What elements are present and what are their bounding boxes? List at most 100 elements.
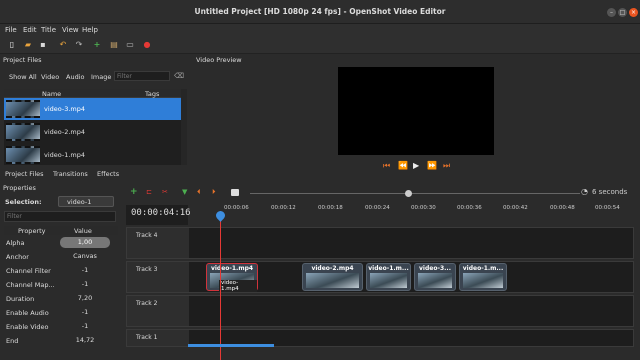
- razor-icon[interactable]: ✂: [162, 188, 168, 196]
- menu-title[interactable]: Title: [41, 26, 56, 34]
- property-name: End: [6, 337, 19, 345]
- menu-file[interactable]: File: [5, 26, 17, 34]
- close-icon[interactable]: ×: [629, 8, 638, 17]
- list-item[interactable]: video-3.mp4: [4, 98, 182, 120]
- property-name: Enable Video: [6, 323, 49, 331]
- zoom-slider[interactable]: [250, 193, 580, 194]
- clip-tooltip: video-1.mp4: [219, 280, 257, 292]
- property-value[interactable]: -1: [60, 279, 110, 290]
- tab-video[interactable]: Video: [41, 73, 59, 81]
- timeline-clip[interactable]: video-1.m...: [459, 263, 507, 291]
- selection-dropdown[interactable]: video-1: [58, 196, 114, 207]
- col-property: Property: [18, 227, 46, 235]
- ruler-tick: 00:00:36: [457, 205, 482, 211]
- property-name: Channel Filter: [6, 267, 51, 275]
- clip-thumbnail: [418, 273, 452, 288]
- col-name[interactable]: Name: [42, 90, 61, 98]
- property-row[interactable]: Enable Audio -1: [4, 306, 118, 320]
- fullscreen-icon[interactable]: ▭: [125, 40, 135, 50]
- previous-marker-icon[interactable]: ⏴: [197, 188, 201, 197]
- tab-show-all[interactable]: Show All: [9, 73, 37, 81]
- menu-view[interactable]: View: [62, 26, 79, 34]
- property-row[interactable]: Duration 7,20: [4, 292, 118, 306]
- redo-icon[interactable]: ↷: [74, 40, 84, 50]
- ruler-tick: 00:00:42: [503, 205, 528, 211]
- properties-title: Properties: [3, 184, 36, 192]
- maximize-icon[interactable]: □: [618, 8, 627, 17]
- scrollbar[interactable]: [181, 89, 187, 165]
- track-3[interactable]: Track 3 video-1.mp4 video-1.mp4 video-2.…: [126, 261, 634, 293]
- add-track-icon[interactable]: +: [130, 187, 138, 197]
- import-files-icon[interactable]: +: [92, 40, 102, 50]
- snapping-icon[interactable]: ⊏: [146, 188, 152, 196]
- property-row[interactable]: Enable Video -1: [4, 320, 118, 334]
- tab-image[interactable]: Image: [91, 73, 111, 81]
- export-video-icon[interactable]: ●: [142, 40, 152, 50]
- rewind-icon[interactable]: ⏪: [398, 161, 408, 170]
- clip-thumbnail: [463, 273, 503, 288]
- property-row[interactable]: Channel Map... -1: [4, 278, 118, 292]
- property-row[interactable]: End 14,72: [4, 334, 118, 348]
- menu-help[interactable]: Help: [82, 26, 98, 34]
- menu-edit[interactable]: Edit: [23, 26, 37, 34]
- track-label: Track 3: [127, 262, 189, 292]
- property-value[interactable]: -1: [60, 307, 110, 318]
- menu-bar: File Edit Title View Help: [0, 24, 640, 37]
- timeline-clip[interactable]: video-3...: [414, 263, 456, 291]
- play-icon[interactable]: ▶: [413, 161, 419, 170]
- track-label: Track 2: [127, 296, 189, 326]
- timeline-scrollbar[interactable]: [188, 344, 274, 347]
- project-files-filter-input[interactable]: Filter: [114, 71, 170, 81]
- timeline-ruler[interactable]: 00:00:06 00:00:12 00:00:18 00:00:24 00:0…: [188, 205, 634, 215]
- property-name: Anchor: [6, 253, 29, 261]
- tab-project-files[interactable]: Project Files: [5, 170, 44, 178]
- undo-icon[interactable]: ↶: [58, 40, 68, 50]
- clear-filter-icon[interactable]: ⌫: [174, 72, 184, 80]
- zoom-slider-handle[interactable]: [405, 190, 412, 197]
- tab-effects[interactable]: Effects: [97, 170, 119, 178]
- list-item[interactable]: video-1.mp4: [4, 144, 182, 165]
- property-value[interactable]: -1: [60, 265, 110, 276]
- jump-start-icon[interactable]: ⏮: [383, 161, 390, 171]
- property-value[interactable]: Canvas: [60, 251, 110, 262]
- next-marker-icon[interactable]: ⏵: [212, 188, 216, 197]
- open-project-icon[interactable]: ▰: [23, 40, 33, 50]
- properties-filter-input[interactable]: Filter: [4, 211, 116, 222]
- ruler-tick: 00:00:12: [271, 205, 296, 211]
- track-4[interactable]: Track 4: [126, 227, 634, 259]
- property-value[interactable]: -1: [60, 321, 110, 332]
- property-name: Channel Map...: [6, 281, 55, 289]
- property-name: Enable Audio: [6, 309, 49, 317]
- tab-transitions[interactable]: Transitions: [53, 170, 88, 178]
- property-value[interactable]: 14,72: [60, 335, 110, 346]
- track-label: Track 1: [127, 330, 189, 346]
- jump-end-icon[interactable]: ⏭: [443, 161, 450, 171]
- timeline-clip[interactable]: video-1.mp4 video-1.mp4: [206, 263, 258, 292]
- clip-title: video-1.mp4: [210, 265, 254, 272]
- property-value[interactable]: 1,00: [60, 237, 110, 248]
- file-name: video-1.mp4: [44, 151, 86, 159]
- fast-forward-icon[interactable]: ⏩: [427, 161, 437, 170]
- video-canvas[interactable]: [338, 67, 494, 155]
- timeline-clip[interactable]: video-2.mp4: [302, 263, 363, 291]
- new-project-icon[interactable]: ▯: [7, 40, 17, 50]
- save-project-icon[interactable]: ▪: [38, 40, 48, 50]
- minimize-icon[interactable]: –: [607, 8, 616, 17]
- property-row[interactable]: Alpha 1,00: [4, 236, 118, 250]
- property-row[interactable]: Anchor Canvas: [4, 250, 118, 264]
- timeline-clip[interactable]: video-1.m...: [366, 263, 411, 291]
- choose-profile-icon[interactable]: ▤: [109, 40, 119, 50]
- playhead-line[interactable]: [220, 211, 221, 360]
- col-tags[interactable]: Tags: [145, 90, 159, 98]
- center-timeline-icon[interactable]: [231, 189, 239, 196]
- tab-audio[interactable]: Audio: [66, 73, 84, 81]
- track-2[interactable]: Track 2: [126, 295, 634, 327]
- window-title: Untitled Project [HD 1080p 24 fps] - Ope…: [194, 7, 446, 16]
- list-item[interactable]: video-2.mp4: [4, 121, 182, 143]
- ruler-tick: 00:00:30: [411, 205, 436, 211]
- project-files-list: Name Tags video-3.mp4 video-2.mp4 video-…: [4, 89, 182, 165]
- property-row[interactable]: Channel Filter -1: [4, 264, 118, 278]
- property-value[interactable]: 7,20: [60, 293, 110, 304]
- file-name: video-3.mp4: [44, 105, 86, 113]
- add-marker-icon[interactable]: ▼: [182, 188, 187, 196]
